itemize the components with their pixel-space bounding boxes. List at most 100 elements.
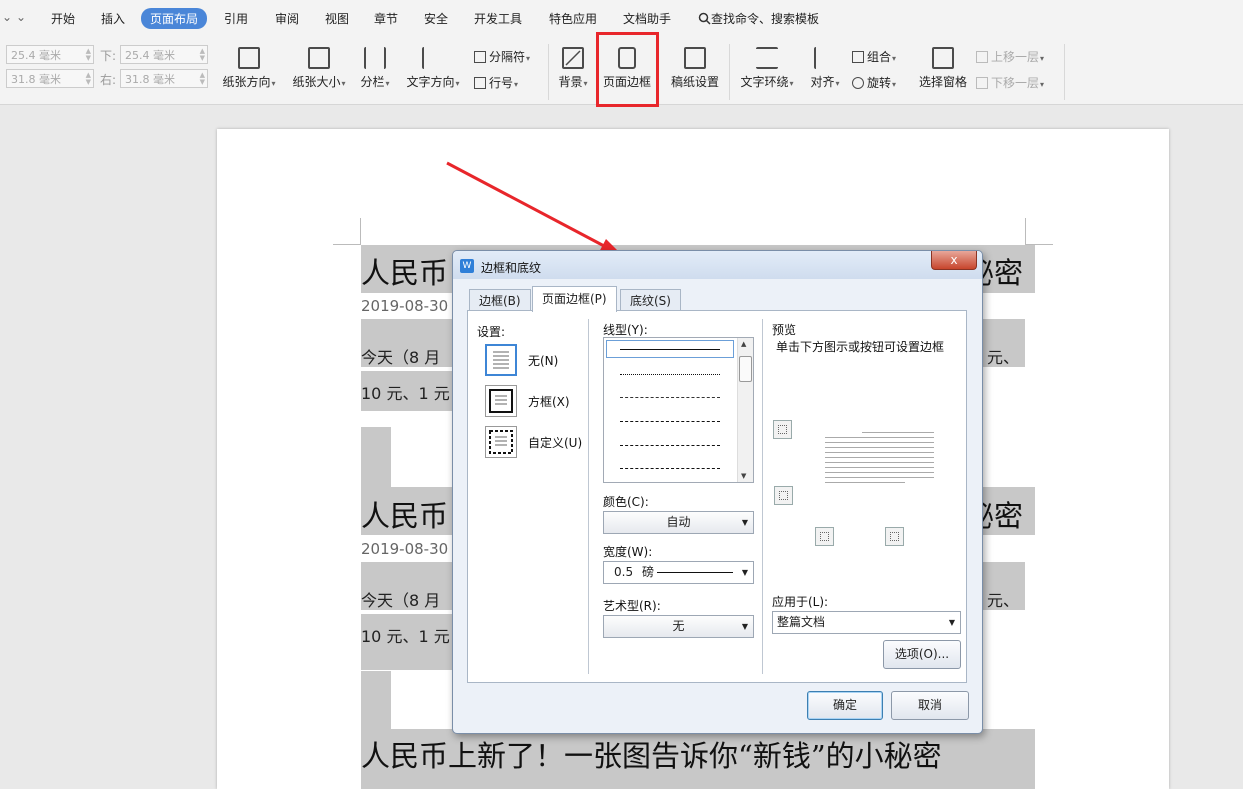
apply-to-dropdown[interactable]: 整篇文档 ▼ xyxy=(772,611,961,634)
menu-item-doc-assistant[interactable]: 文档助手 xyxy=(623,10,671,27)
margin-bottom-field[interactable]: 25.4 毫米 ▲ ▼ xyxy=(120,45,208,64)
doc-date: 2019-08-30 xyxy=(361,297,449,315)
rotate-button[interactable]: 旋转▾ xyxy=(852,74,896,91)
manuscript-button[interactable]: 稿纸设置 xyxy=(667,47,723,90)
preview-top-border-button[interactable] xyxy=(773,420,792,439)
chevron-down-icon: ▼ xyxy=(741,518,748,527)
text-direction-button[interactable]: 文字方向▾ xyxy=(402,47,464,90)
menu-item-features[interactable]: 特色应用 xyxy=(549,10,597,27)
text-wrap-button[interactable]: 文字环绕▾ xyxy=(736,47,798,90)
setting-custom-label[interactable]: 自定义(U) xyxy=(528,434,582,451)
text-wrap-label: 文字环绕 xyxy=(740,75,789,89)
menu-item-security[interactable]: 安全 xyxy=(424,10,448,27)
breaks-icon xyxy=(474,51,486,63)
line-style-dashed-small[interactable] xyxy=(620,397,720,398)
ribbon-divider xyxy=(729,44,730,100)
preview-right-border-button[interactable] xyxy=(885,527,904,546)
manuscript-icon xyxy=(684,47,706,69)
setting-box-label[interactable]: 方框(X) xyxy=(528,393,570,410)
paper-size-icon xyxy=(308,47,330,69)
menu-item-chapter[interactable]: 章节 xyxy=(374,10,398,27)
margin-right-value: 31.8 毫米 xyxy=(125,73,175,86)
margin-mark xyxy=(360,218,361,244)
margin-left-field[interactable]: 31.8 毫米 ▲ ▼ xyxy=(6,69,94,88)
scroll-thumb[interactable] xyxy=(739,356,752,382)
send-backward-label: 下移一层 xyxy=(991,76,1040,90)
preview-hint: 单击下方图示或按钮可设置边框 xyxy=(776,340,945,354)
breaks-label: 分隔符 xyxy=(489,50,526,64)
spinner-icon: ▲ ▼ xyxy=(85,71,91,86)
group-icon xyxy=(852,51,864,63)
dialog-title-bar[interactable]: W 边框和底纹 x xyxy=(453,251,982,279)
setting-box-icon[interactable] xyxy=(485,385,517,417)
menu-item-review[interactable]: 审阅 xyxy=(275,10,299,27)
cancel-button[interactable]: 取消 xyxy=(891,691,969,720)
margin-top-field[interactable]: 25.4 毫米 ▲ ▼ xyxy=(6,45,94,64)
color-label: 颜色(C): xyxy=(603,495,649,509)
menu-item-view[interactable]: 视图 xyxy=(325,10,349,27)
breaks-button[interactable]: 分隔符▾ xyxy=(474,48,530,65)
menu-bar: ⌄ ⌄ 开始 插入 页面布局 引用 审阅 视图 章节 安全 开发工具 特色应用 … xyxy=(0,0,1243,36)
menu-item-insert[interactable]: 插入 xyxy=(101,10,125,27)
rotate-icon xyxy=(852,77,864,89)
options-button[interactable]: 选项(O)... xyxy=(883,640,961,669)
scroll-up-icon[interactable]: ▲ xyxy=(741,340,746,348)
tab-shading[interactable]: 底纹(S) xyxy=(620,289,681,311)
preview-left-border-button[interactable] xyxy=(815,527,834,546)
ok-button[interactable]: 确定 xyxy=(807,691,883,720)
line-style-solid[interactable] xyxy=(620,349,720,350)
group-button[interactable]: 组合▾ xyxy=(852,48,896,65)
customize-chevron-icon[interactable]: ⌄ xyxy=(16,10,26,24)
doc-body-end: 元、 xyxy=(987,348,1020,367)
line-style-scrollbar[interactable]: ▲ ▼ xyxy=(737,338,753,482)
art-dropdown[interactable]: 无 ▼ xyxy=(603,615,754,638)
menu-item-developer[interactable]: 开发工具 xyxy=(474,10,522,27)
bring-forward-button[interactable]: 上移一层▾ xyxy=(976,48,1044,65)
line-style-dash-dot[interactable] xyxy=(620,445,720,446)
orientation-button[interactable]: 纸张方向▾ xyxy=(218,47,280,90)
align-icon xyxy=(814,47,836,69)
width-value: 0.5 xyxy=(614,565,634,579)
paper-size-button[interactable]: 纸张大小▾ xyxy=(288,47,350,90)
apply-to-value: 整篇文档 xyxy=(777,615,826,629)
scroll-down-icon[interactable]: ▼ xyxy=(741,472,746,480)
setting-none-icon[interactable] xyxy=(485,344,517,376)
line-numbers-button[interactable]: 行号▾ xyxy=(474,74,518,91)
line-style-dotted[interactable] xyxy=(620,374,720,375)
rotate-label: 旋转 xyxy=(867,76,892,90)
line-style-dashed[interactable] xyxy=(620,421,720,422)
spinner-icon: ▲ ▼ xyxy=(199,47,205,62)
menu-item-home[interactable]: 开始 xyxy=(51,10,75,27)
menu-item-references[interactable]: 引用 xyxy=(224,10,248,27)
background-button[interactable]: 背景▾ xyxy=(554,47,592,90)
align-button[interactable]: 对齐▾ xyxy=(806,47,844,90)
menu-item-page-layout[interactable]: 页面布局 xyxy=(141,8,208,29)
line-style-list[interactable]: ▲ ▼ xyxy=(603,337,754,483)
preview-bottom-border-button[interactable] xyxy=(774,486,793,505)
margin-right-field[interactable]: 31.8 毫米 ▲ ▼ xyxy=(120,69,208,88)
search-command-label: 查找命令、搜索模板 xyxy=(711,12,820,26)
columns-button[interactable]: 分栏▾ xyxy=(356,47,394,90)
selection-pane-button[interactable]: 选择窗格 xyxy=(916,47,970,90)
send-backward-button[interactable]: 下移一层▾ xyxy=(976,74,1044,91)
background-icon xyxy=(562,47,584,69)
text-direction-label: 文字方向 xyxy=(406,75,455,89)
color-dropdown[interactable]: 自动 ▼ xyxy=(603,511,754,534)
page-border-highlight-box xyxy=(596,32,659,107)
tab-borders[interactable]: 边框(B) xyxy=(469,289,531,311)
quick-access-chevron-icon[interactable]: ⌄ xyxy=(2,10,12,24)
setting-label: 设置: xyxy=(477,325,506,339)
dialog-close-button[interactable]: x xyxy=(931,251,977,270)
line-style-dash-dot-dot[interactable] xyxy=(620,468,720,469)
wps-logo-icon: W xyxy=(460,259,474,273)
paper-size-label: 纸张大小 xyxy=(292,75,341,89)
setting-custom-icon[interactable] xyxy=(485,426,517,458)
search-command[interactable]: 查找命令、搜索模板 xyxy=(698,10,819,27)
width-dropdown[interactable]: 0.5 磅 ▼ xyxy=(603,561,754,584)
spinner-icon: ▲ ▼ xyxy=(199,71,205,86)
margin-mark xyxy=(1025,218,1026,244)
width-unit: 磅 xyxy=(642,565,655,579)
doc-line2-start: 10 元、1 元 xyxy=(361,627,450,646)
setting-none-label[interactable]: 无(N) xyxy=(528,352,558,369)
tab-page-border[interactable]: 页面边框(P) xyxy=(532,286,617,312)
